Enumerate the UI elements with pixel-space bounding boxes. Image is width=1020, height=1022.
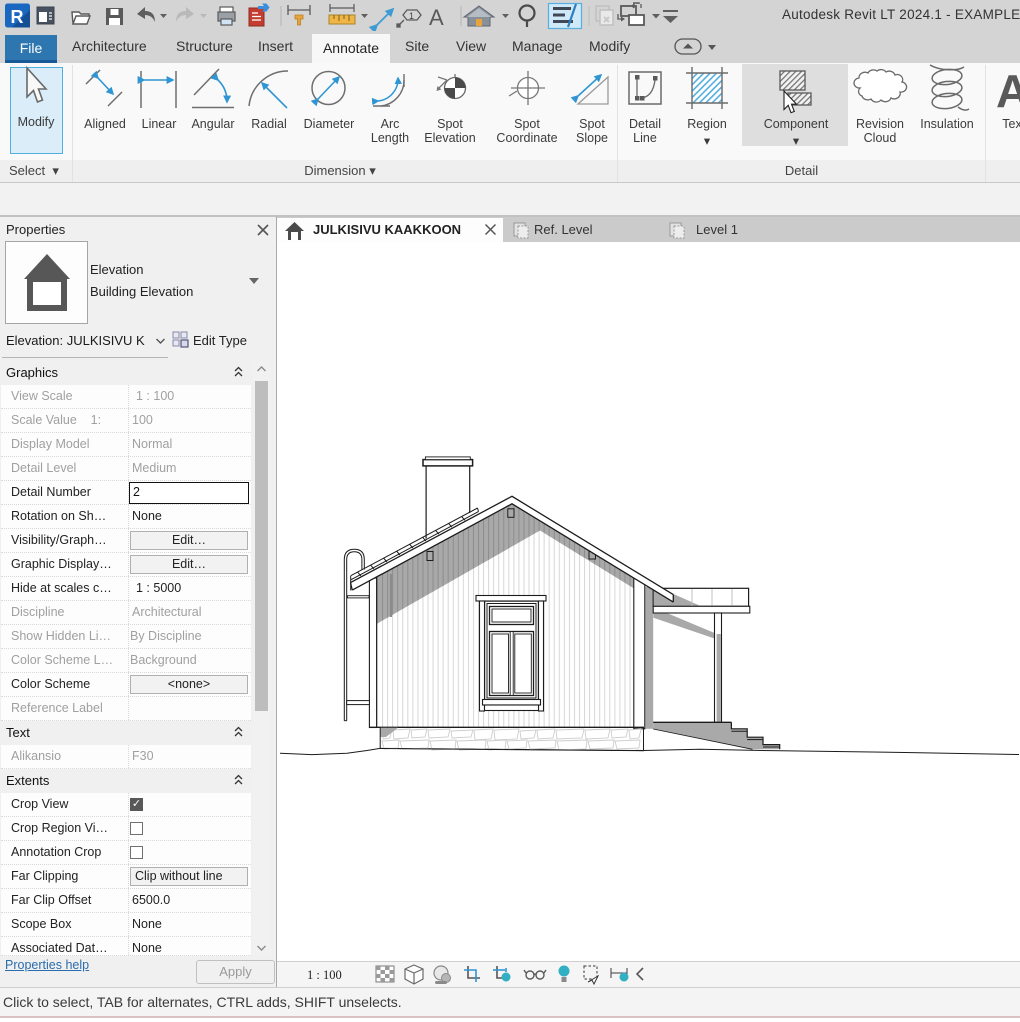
svg-text:A: A: [429, 5, 444, 30]
svg-text:R: R: [11, 7, 24, 27]
svg-text:1: 1: [409, 11, 414, 21]
svg-text:A: A: [996, 65, 1020, 117]
